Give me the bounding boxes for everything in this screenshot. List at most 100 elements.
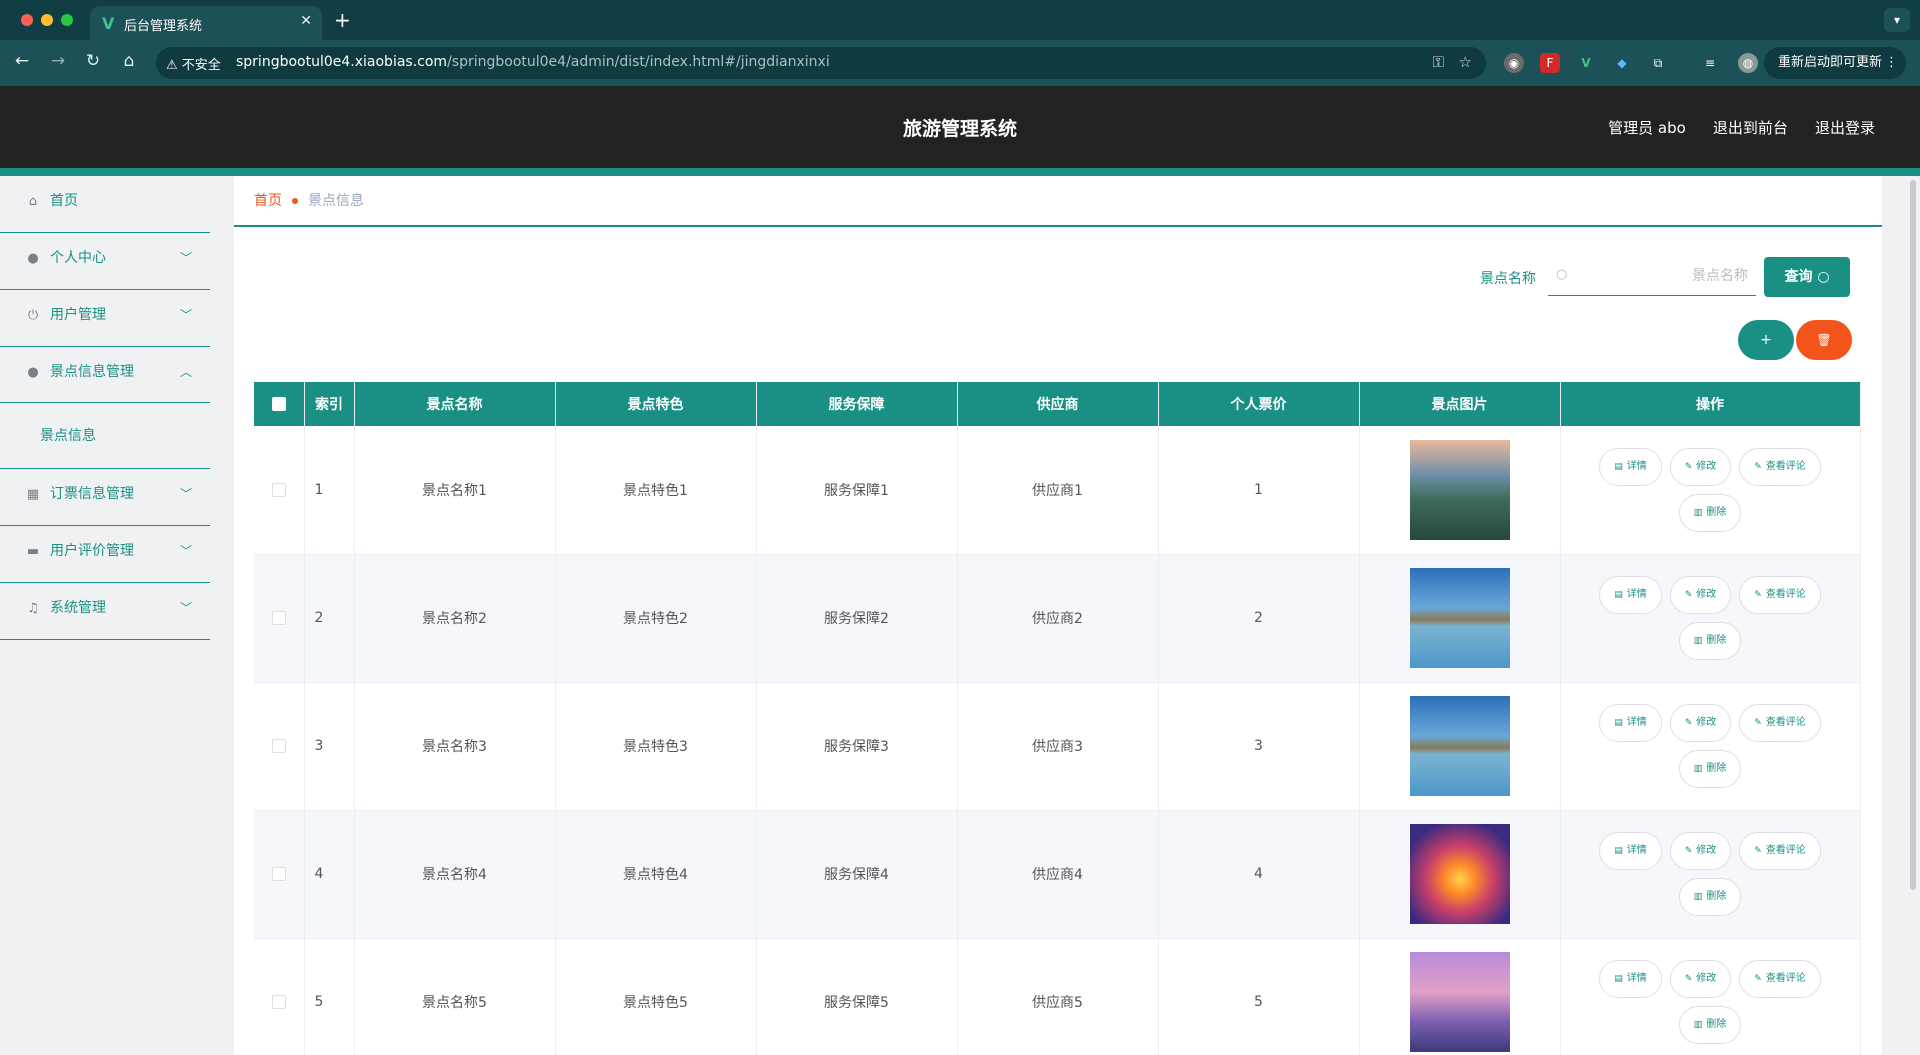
select-all-checkbox[interactable] [271, 397, 286, 411]
logout-link[interactable]: 退出登录 [1815, 117, 1875, 138]
detail-label: 详情 [1626, 589, 1647, 600]
sidebar-item-label: 用户评价管理 [50, 543, 134, 559]
view-comments-label: 查看评论 [1765, 973, 1806, 984]
cell-supplier: 供应商1 [957, 426, 1159, 555]
sidebar-item-booking-management[interactable]: ▦ 订票信息管理 ﹀ [0, 469, 210, 526]
edit-button[interactable]: ✎ 修改 [1669, 576, 1732, 614]
exit-to-front-link[interactable]: 退出到前台 [1713, 117, 1788, 138]
profile-avatar-icon[interactable]: ◍ [1738, 53, 1758, 73]
edit-label: 修改 [1696, 845, 1717, 856]
extension-shield-icon[interactable]: ◆ [1612, 53, 1632, 73]
view-comments-button[interactable]: ✎ 查看评论 [1739, 704, 1821, 742]
chevron-down-icon: ﹀ [179, 308, 192, 322]
view-comments-label: 查看评论 [1765, 717, 1806, 728]
extension-vue-icon[interactable]: V [1576, 53, 1596, 73]
maximize-window-button[interactable] [61, 14, 73, 26]
cell-feature: 景点特色2 [555, 554, 757, 683]
sidebar-item-attraction-management[interactable]: ● 景点信息管理 ︿ [0, 347, 210, 403]
forward-icon[interactable]: → [47, 51, 69, 71]
insecure-badge[interactable]: ⚠ 不安全 [166, 54, 221, 73]
cell-actions: ▤ 详情 ✎ 修改 ✎ 查看评论 ▥ 删除 [1560, 682, 1861, 811]
power-icon: ⏻ [27, 308, 39, 323]
edit-icon: ✎ [1754, 846, 1762, 856]
reload-icon[interactable]: ↻ [82, 51, 104, 71]
edit-button[interactable]: ✎ 修改 [1669, 447, 1732, 486]
edit-icon: ✎ [1684, 718, 1693, 728]
sidebar-item-personal-center[interactable]: ● 个人中心 ﹀ [0, 233, 210, 290]
detail-button[interactable]: ▤ 详情 [1599, 576, 1662, 614]
more-menu-icon[interactable]: ⋮ [1885, 47, 1898, 79]
detail-button[interactable]: ▤ 详情 [1599, 832, 1662, 870]
query-button-label: 查询 [1784, 269, 1813, 285]
attraction-image[interactable] [1409, 439, 1510, 540]
key-icon[interactable]: ⚿ [1433, 53, 1444, 71]
extensions-puzzle-icon[interactable]: ⧉ [1648, 53, 1668, 73]
sidebar-item-label: 用户管理 [50, 307, 106, 323]
cell-supplier: 供应商3 [957, 682, 1159, 811]
person-icon: ● [27, 251, 39, 266]
sidebar-item-user-management[interactable]: ⏻ 用户管理 ﹀ [0, 290, 210, 347]
edit-button[interactable]: ✎ 修改 [1669, 704, 1732, 742]
query-button[interactable]: 查询 ○ [1764, 257, 1850, 297]
back-icon[interactable]: ← [11, 51, 33, 71]
trash-icon: 🗑 [1816, 333, 1832, 347]
document-icon: ▤ [1614, 846, 1623, 856]
bookmark-star-icon[interactable]: ☆ [1459, 53, 1472, 71]
attraction-image[interactable] [1409, 568, 1510, 668]
row-checkbox[interactable] [271, 739, 286, 753]
view-comments-button[interactable]: ✎ 查看评论 [1739, 960, 1821, 998]
view-comments-label: 查看评论 [1765, 589, 1806, 600]
row-checkbox[interactable] [271, 867, 286, 881]
sidebar-item-home[interactable]: ⌂ 首页 [0, 176, 210, 233]
attraction-image[interactable] [1409, 696, 1510, 796]
new-tab-icon[interactable]: + [334, 8, 351, 32]
address-bar[interactable]: ⚠ 不安全 springbootul0e4.xiaobias.com/sprin… [156, 47, 1486, 79]
minimize-window-button[interactable] [41, 14, 53, 26]
home-icon[interactable]: ⌂ [118, 51, 140, 71]
detail-button[interactable]: ▤ 详情 [1599, 960, 1662, 998]
close-window-button[interactable] [21, 14, 33, 26]
search-input[interactable] [1578, 258, 1748, 294]
cell-actions: ▤ 详情 ✎ 修改 ✎ 查看评论 ▥ 删除 [1560, 938, 1861, 1055]
reading-list-icon[interactable]: ≡ [1700, 53, 1720, 73]
row-checkbox[interactable] [271, 482, 286, 497]
row-checkbox[interactable] [271, 611, 286, 625]
delete-button[interactable]: ▥ 删除 [1678, 878, 1742, 916]
delete-label: 删除 [1706, 635, 1727, 646]
view-comments-button[interactable]: ✎ 查看评论 [1739, 447, 1821, 486]
chevron-down-icon: ﹀ [179, 544, 192, 558]
url-text[interactable]: springbootul0e4.xiaobias.com/springbootu… [236, 54, 830, 70]
page-scrollbar[interactable] [1910, 180, 1916, 890]
row-checkbox[interactable] [271, 995, 286, 1009]
view-comments-button[interactable]: ✎ 查看评论 [1739, 832, 1821, 870]
breadcrumb-home[interactable]: 首页 [254, 193, 282, 209]
extension-owl-icon[interactable]: ◉ [1504, 53, 1524, 73]
edit-button[interactable]: ✎ 修改 [1669, 832, 1732, 870]
attraction-image[interactable] [1409, 824, 1510, 924]
sidebar-item-system-management[interactable]: ♫ 系统管理 ﹀ [0, 583, 210, 640]
extension-fe-icon[interactable]: F [1540, 53, 1560, 73]
add-button[interactable]: + [1738, 320, 1794, 360]
delete-button[interactable]: ▥ 删除 [1678, 750, 1742, 788]
delete-button[interactable]: ▥ 删除 [1678, 493, 1742, 532]
relaunch-label: 重新启动即可更新 [1777, 55, 1882, 70]
detail-button[interactable]: ▤ 详情 [1599, 447, 1662, 486]
batch-delete-button[interactable]: 🗑 [1796, 320, 1852, 360]
delete-button[interactable]: ▥ 删除 [1678, 1006, 1742, 1044]
browser-tab[interactable]: V 后台管理系统 ✕ [90, 6, 322, 40]
delete-button[interactable]: ▥ 删除 [1678, 622, 1742, 660]
edit-button[interactable]: ✎ 修改 [1669, 960, 1732, 998]
browser-toolbar: ← → ↻ ⌂ ⚠ 不安全 springbootul0e4.xiaobias.c… [0, 40, 1920, 86]
sidebar-subitem-attraction-info[interactable]: 景点信息 [0, 403, 210, 469]
close-tab-icon[interactable]: ✕ [300, 13, 312, 29]
edit-icon: ✎ [1684, 590, 1693, 600]
relaunch-update-button[interactable]: 重新启动即可更新 ⋮ [1763, 47, 1906, 79]
detail-button[interactable]: ▤ 详情 [1599, 704, 1662, 742]
sidebar-item-review-management[interactable]: ▬ 用户评价管理 ﹀ [0, 526, 210, 583]
tab-search-icon[interactable]: ▾ [1884, 8, 1910, 32]
view-comments-button[interactable]: ✎ 查看评论 [1739, 576, 1821, 614]
trash-icon: ▥ [1693, 892, 1703, 902]
trash-icon: ▥ [1693, 507, 1703, 518]
attraction-image[interactable] [1409, 952, 1510, 1052]
sidebar-item-label: 订票信息管理 [50, 486, 134, 502]
